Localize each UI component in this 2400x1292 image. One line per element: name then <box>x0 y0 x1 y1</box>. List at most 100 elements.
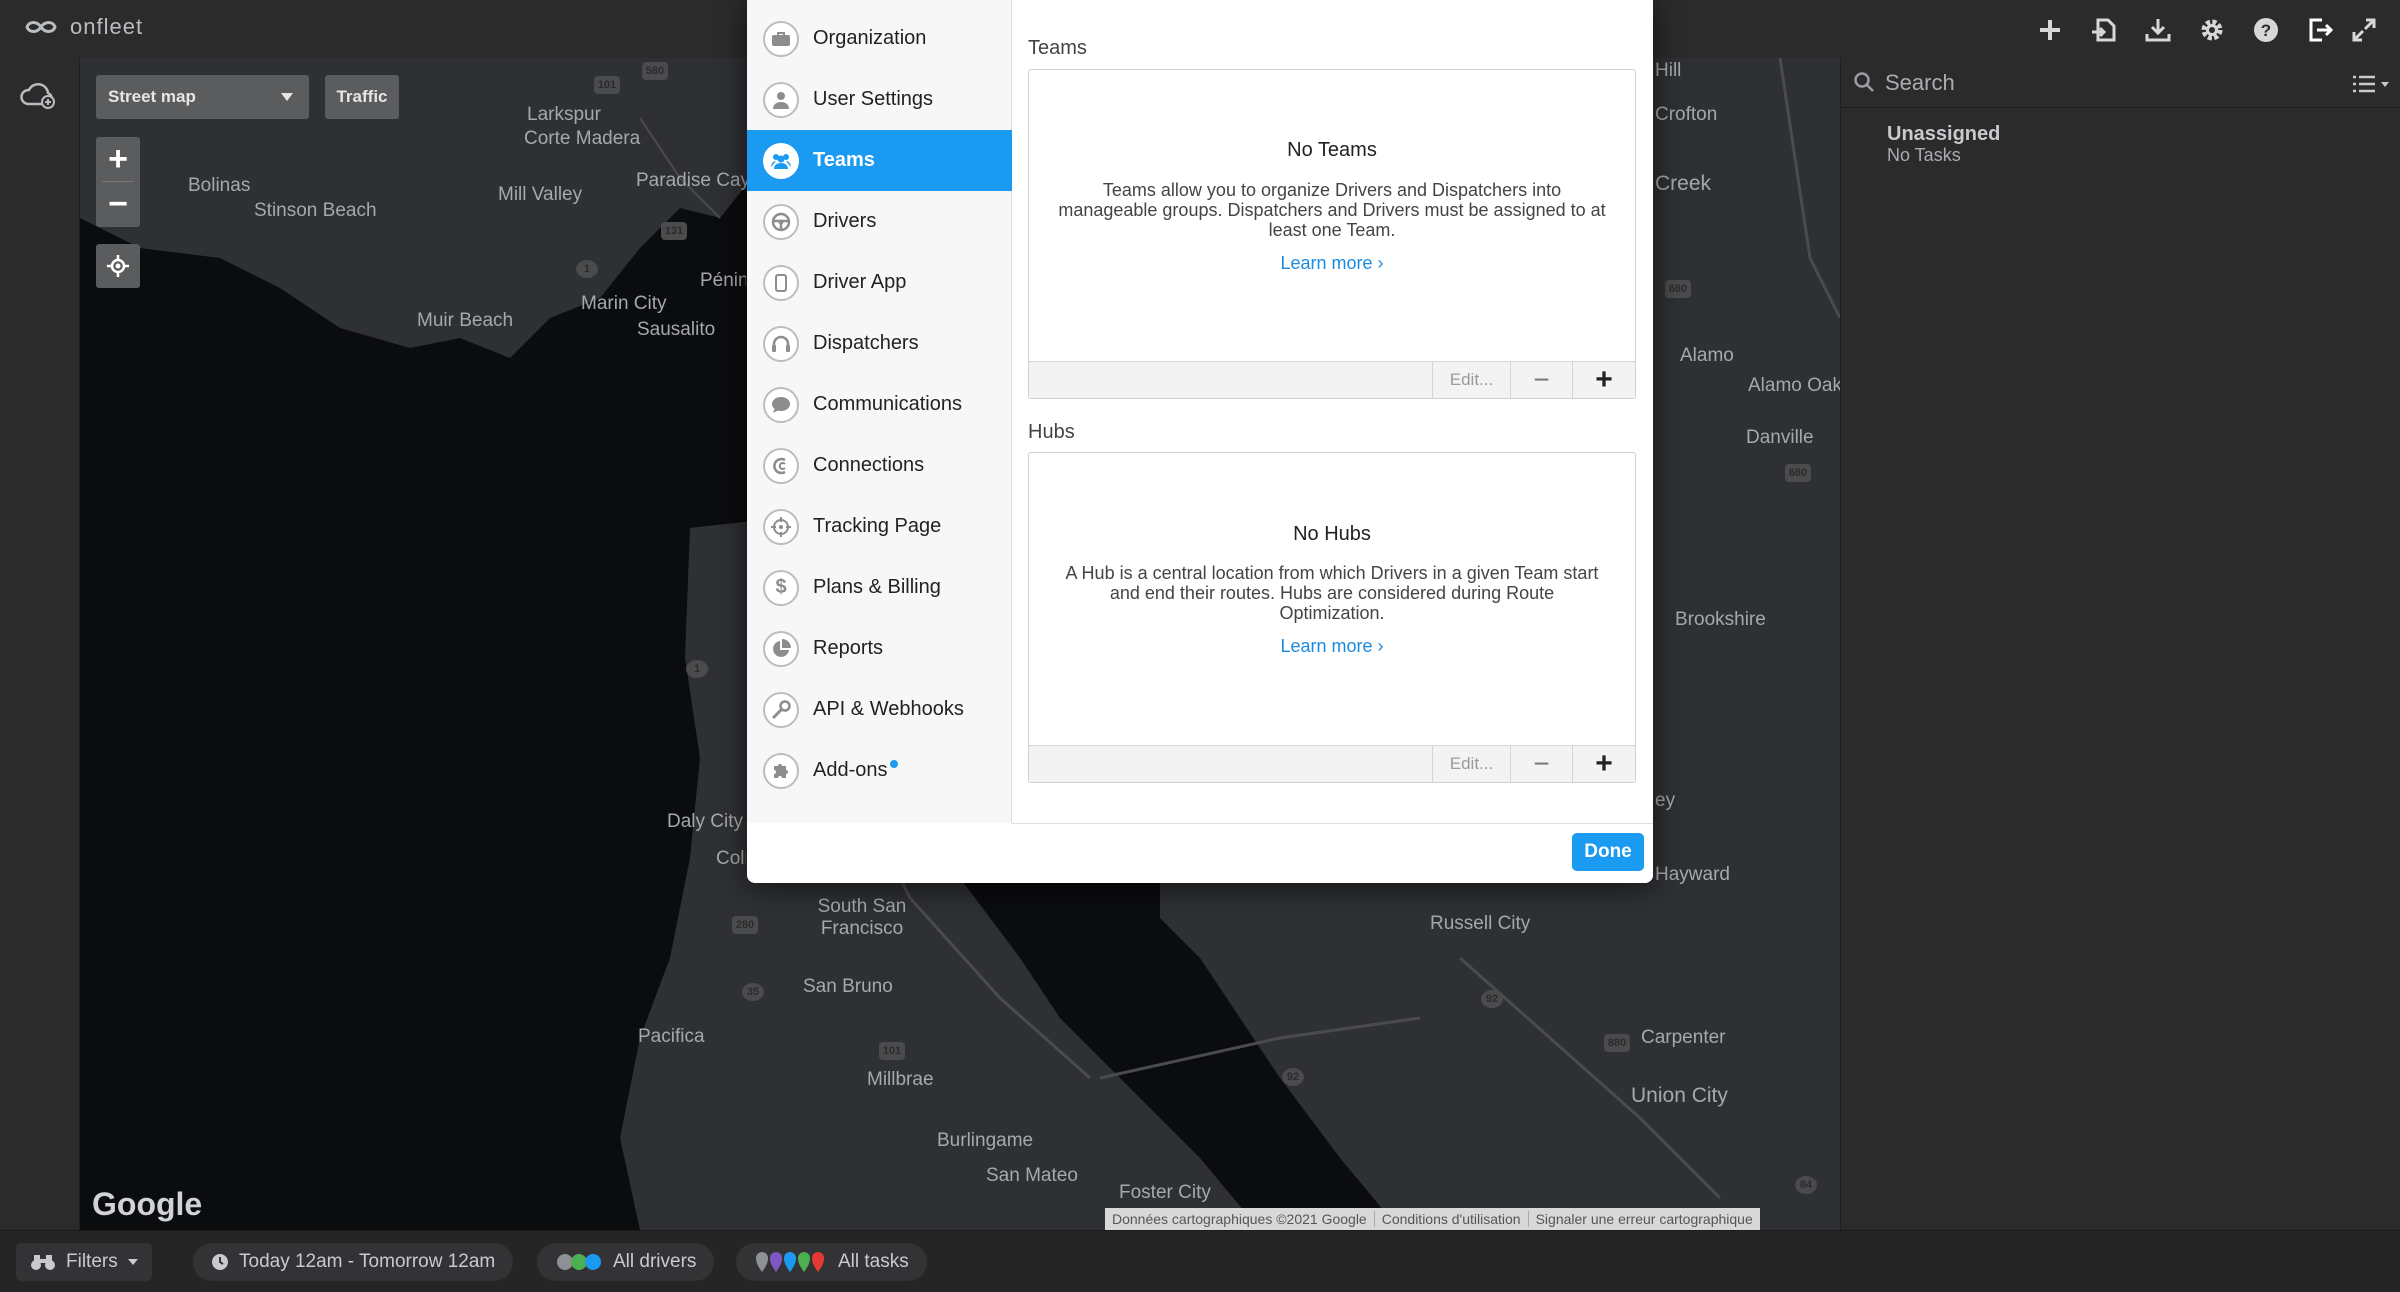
teams-card-footer: Edit... − + <box>1029 361 1635 398</box>
tasks-filter-button[interactable]: All tasks <box>736 1243 927 1281</box>
sidebar-item-teams[interactable]: Teams <box>747 130 1012 191</box>
filters-button[interactable]: Filters <box>16 1243 152 1281</box>
sidebar-item-dispatchers[interactable]: Dispatchers <box>747 313 1012 374</box>
hubs-learn-more-link[interactable]: Learn more › <box>1029 636 1635 657</box>
teams-edit-button[interactable]: Edit... <box>1432 362 1510 398</box>
map-label: Foster City <box>1119 1182 1211 1203</box>
download-icon[interactable] <box>2144 16 2172 44</box>
road-shield: 280 <box>732 916 758 934</box>
map-type-label: Street map <box>108 87 196 106</box>
map-attribution: Données cartographiques ©2021 Google Con… <box>1105 1208 1760 1230</box>
zoom-in-button[interactable]: + <box>96 137 140 182</box>
drivers-status-icon <box>557 1254 601 1270</box>
user-icon <box>763 81 799 118</box>
map-label: Muir Beach <box>417 310 514 331</box>
unassigned-title[interactable]: Unassigned <box>1887 123 2000 146</box>
map-label: Union City <box>1631 1084 1728 1107</box>
hubs-add-button[interactable]: + <box>1572 746 1635 782</box>
road-shield: 84 <box>1795 1176 1817 1194</box>
gear-icon[interactable] <box>2198 16 2226 44</box>
map-label: Alamo <box>1680 345 1734 366</box>
sidebar-item-reports[interactable]: Reports <box>747 618 1012 679</box>
sidebar-item-api-webhooks[interactable]: API & Webhooks <box>747 679 1012 740</box>
zoom-controls: + − <box>96 137 140 227</box>
search-input[interactable] <box>1885 66 2285 100</box>
sidebar-item-label: Reports <box>813 637 884 659</box>
puzzle-icon <box>763 752 799 789</box>
hubs-section-title: Hubs <box>1028 421 1075 443</box>
hubs-edit-button[interactable]: Edit... <box>1432 746 1510 782</box>
settings-sidebar: Organization User Settings Teams Drivers… <box>747 0 1012 823</box>
done-button[interactable]: Done <box>1572 833 1644 871</box>
road-shield: 1 <box>576 260 598 278</box>
teams-add-button[interactable]: + <box>1572 362 1635 398</box>
map-label: San Bruno <box>803 976 893 997</box>
sidebar-item-user-settings[interactable]: User Settings <box>747 69 1012 130</box>
hubs-empty-title: No Hubs <box>1293 523 1371 545</box>
logout-icon[interactable] <box>2306 16 2334 44</box>
sidebar-item-tracking-page[interactable]: Tracking Page <box>747 496 1012 557</box>
map-label: Crofton <box>1655 104 1718 125</box>
zoom-out-button[interactable]: − <box>96 182 140 227</box>
teams-section-title: Teams <box>1028 37 1087 59</box>
svg-text:?: ? <box>2261 21 2271 40</box>
hubs-remove-button[interactable]: − <box>1510 746 1572 782</box>
cloud-add-icon[interactable] <box>18 80 58 110</box>
sidebar-item-label: Plans & Billing <box>813 576 941 598</box>
sidebar-item-label: Connections <box>813 454 925 476</box>
list-view-icon[interactable] <box>2351 74 2391 94</box>
tasks-filter-label: All tasks <box>838 1251 909 1272</box>
map-label: Hayward <box>1655 864 1730 885</box>
drivers-filter-label: All drivers <box>613 1251 697 1272</box>
map-label: Mill Valley <box>498 184 583 205</box>
map-label: Sausalito <box>637 319 716 340</box>
clock-icon <box>212 1254 228 1270</box>
search-icon <box>1854 72 1874 92</box>
pie-chart-icon <box>763 630 799 667</box>
map-label: Brookshire <box>1675 609 1766 630</box>
map-label: Russell City <box>1430 913 1531 934</box>
chevron-down-icon <box>127 1259 138 1265</box>
map-label: Alamo Oaks <box>1748 375 1840 396</box>
teams-description: Teams allow you to organize Drivers and … <box>1058 180 1606 240</box>
steering-wheel-icon <box>763 203 799 240</box>
map-label: Bolinas <box>188 175 251 196</box>
import-icon[interactable] <box>2090 16 2118 44</box>
sidebar-item-label: Tracking Page <box>813 515 942 537</box>
terms-link[interactable]: Conditions d'utilisation <box>1373 1211 1528 1227</box>
map-label: Daly City <box>667 811 744 832</box>
road-shield: 1 <box>686 660 708 678</box>
sidebar-item-add-ons[interactable]: Add-ons <box>747 740 1012 801</box>
wrench-icon <box>763 691 799 728</box>
road-shield: 580 <box>642 62 668 80</box>
map-label: South San Francisco <box>817 896 907 939</box>
drivers-filter-button[interactable]: All drivers <box>537 1243 715 1281</box>
expand-icon[interactable] <box>2350 16 2378 44</box>
map-label: Colma <box>716 848 746 869</box>
sidebar-item-connections[interactable]: Connections <box>747 435 1012 496</box>
teams-learn-more-link[interactable]: Learn more › <box>1029 253 1635 274</box>
right-panel: #rightpanel input::placeholder{color:#a9… <box>1840 58 2400 1230</box>
sidebar-item-organization[interactable]: Organization <box>747 8 1012 69</box>
map-label: Paradise Cay <box>636 170 751 191</box>
sidebar-item-communications[interactable]: Communications <box>747 374 1012 435</box>
onfleet-logo[interactable]: onfleet <box>22 14 143 40</box>
map-type-select[interactable]: Street map <box>96 75 309 119</box>
traffic-button[interactable]: Traffic <box>325 75 399 119</box>
map-label: Larkspur <box>527 104 601 125</box>
binoculars-icon <box>31 1255 55 1270</box>
plus-icon[interactable] <box>2036 16 2064 44</box>
unassigned-subtitle: No Tasks <box>1887 145 1961 165</box>
locate-button[interactable] <box>96 244 140 288</box>
date-range-button[interactable]: Today 12am - Tomorrow 12am <box>193 1243 514 1281</box>
filters-label: Filters <box>66 1251 118 1272</box>
help-icon[interactable]: ? <box>2252 16 2280 44</box>
sidebar-item-label: Driver App <box>813 271 907 293</box>
sidebar-item-plans-billing[interactable]: $ Plans & Billing <box>747 557 1012 618</box>
crosshair-icon <box>107 255 129 277</box>
report-error-link[interactable]: Signaler une erreur cartographique <box>1527 1211 1760 1227</box>
sidebar-item-drivers[interactable]: Drivers <box>747 191 1012 252</box>
road-shield: 92 <box>1282 1068 1304 1086</box>
sidebar-item-driver-app[interactable]: Driver App <box>747 252 1012 313</box>
teams-remove-button[interactable]: − <box>1510 362 1572 398</box>
